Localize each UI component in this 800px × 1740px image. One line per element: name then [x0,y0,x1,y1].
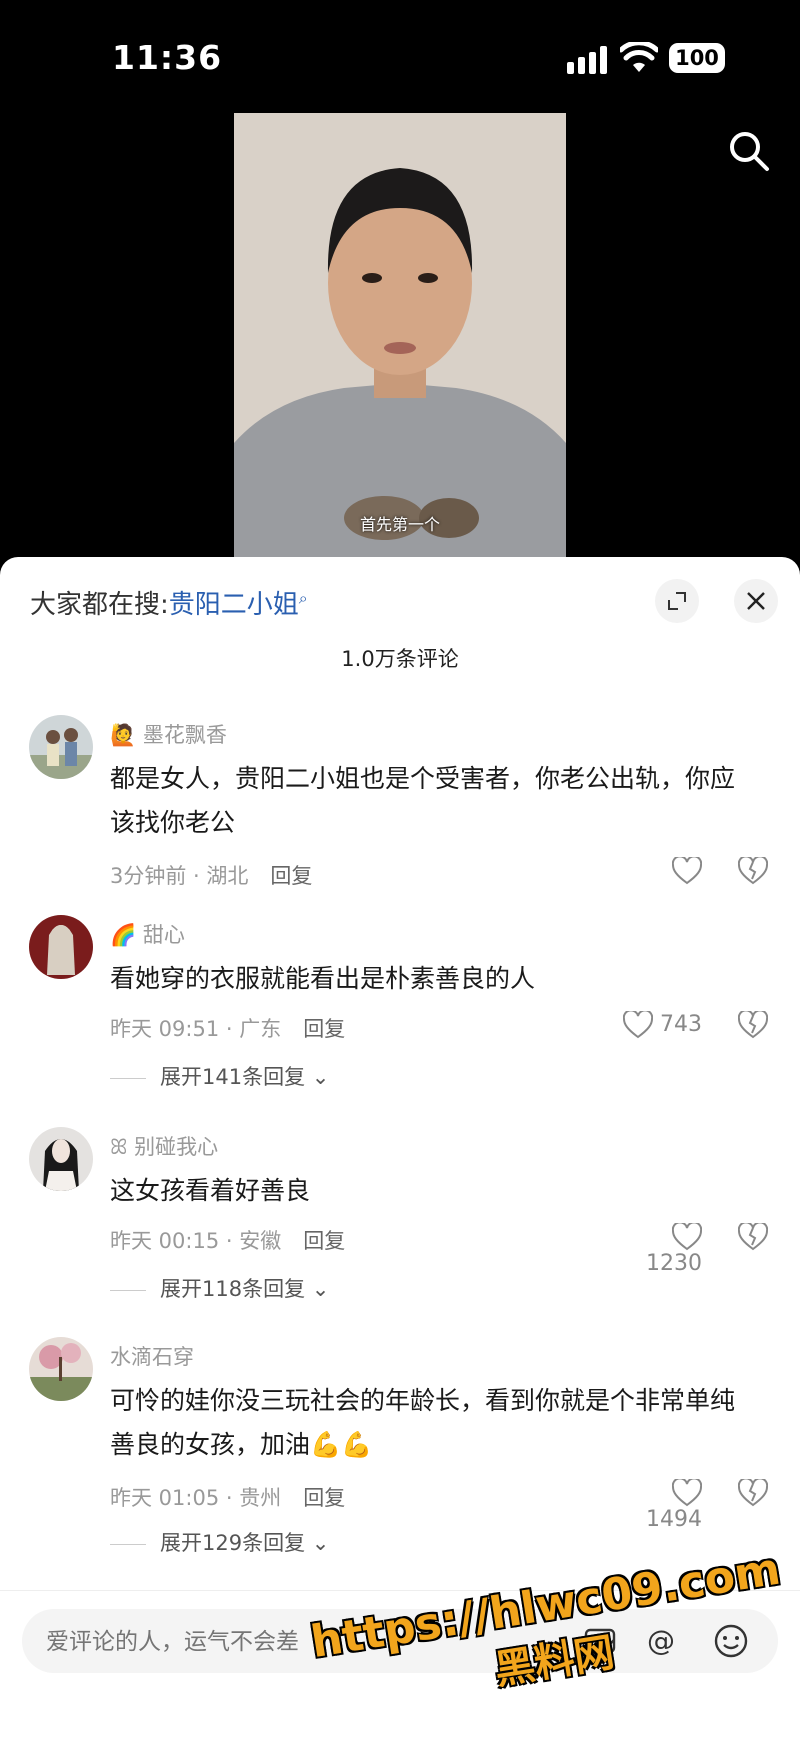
subtitle-text: 首先第一个 [359,515,440,534]
comment-time: 3分钟前 · 湖北 [110,864,249,888]
reply-button[interactable]: 回复 [303,1017,345,1041]
battery-indicator: 100 [669,43,725,73]
comment-text: 可怜的娃你没三玩社会的年龄长，看到你就是个非常单纯善良的女孩，加油💪💪 [110,1386,736,1459]
avatar[interactable] [29,1337,93,1401]
like-button[interactable]: 743 [610,1009,702,1039]
reply-button[interactable]: 回复 [270,864,312,888]
comment-time: 昨天 09:51 · 广东 [110,1017,282,1041]
user-emoji-icon: 🙋 [110,723,137,747]
expand-icon [668,592,686,610]
signal-icon [567,46,607,74]
rainbow-icon: 🌈 [110,923,137,947]
comment-text: 都是女人，贵阳二小姐也是个受害者，你老公出轨，你应该找你老公 [110,764,736,837]
close-icon [747,592,765,610]
avatar[interactable] [29,715,93,779]
reply-button[interactable]: 回复 [303,1486,345,1510]
search-small-icon: ⌕ [298,588,308,608]
comment-text: 这女孩看着好善良 [110,1176,311,1205]
broken-heart-icon[interactable] [738,1479,768,1507]
comment-meta: 3分钟前 · 湖北 回复 [110,860,312,890]
broken-heart-icon[interactable] [738,857,768,885]
divider [110,1543,146,1545]
chevron-down-icon: ⌄ [311,1277,330,1301]
search-icon[interactable] [728,130,770,172]
comment-time: 昨天 01:05 · 贵州 [110,1486,282,1510]
like-count: 743 [660,1012,702,1037]
expand-replies-button[interactable]: 展开141条回复 ⌄ [110,1061,329,1091]
avatar[interactable] [29,1127,93,1191]
comment-meta: 昨天 09:51 · 广东 回复 [110,1013,345,1043]
chevron-down-icon: ⌄ [311,1065,330,1089]
comment-text: 看她穿的衣服就能看出是朴素善良的人 [110,964,536,993]
like-button[interactable]: 1494 [610,1477,703,1532]
like-count: 1230 [646,1251,702,1276]
status-time: 11:36 [112,38,223,77]
trending-prefix: 大家都在搜: [30,590,169,620]
trending-link[interactable]: 贵阳二小姐 [169,590,299,620]
status-bar: 11:36 100 [0,0,800,110]
broken-heart-icon[interactable] [738,1223,768,1251]
expand-replies-button[interactable]: 展开129条回复 ⌄ [110,1527,329,1557]
comment-meta: 昨天 00:15 · 安徽 回复 [110,1225,345,1255]
broken-heart-icon[interactable] [738,1011,768,1039]
trending-search[interactable]: 大家都在搜:贵阳二小姐⌕ [30,584,308,621]
comment-meta: 昨天 01:05 · 贵州 回复 [110,1482,345,1512]
video-player[interactable]: 首先第一个 [234,113,566,558]
comment-username[interactable]: 水滴石穿 [110,1341,194,1371]
like-count: 1494 [646,1507,702,1532]
wifi-icon [620,42,658,72]
avatar[interactable] [29,915,93,979]
video-frame-image [234,113,566,558]
heart-icon [671,1221,703,1251]
heart-icon [671,855,703,885]
comment-count: 1.0万条评论 [341,647,459,671]
comment-username[interactable]: 🌈 甜心 [110,919,185,949]
like-button[interactable]: 1230 [610,1221,703,1276]
heart-icon [671,1477,703,1507]
expand-replies-button[interactable]: 展开118条回复 ⌄ [110,1273,329,1303]
comment-time: 昨天 00:15 · 安徽 [110,1229,282,1253]
decoration-icon: ꕤ [110,1135,128,1159]
fullscreen-button[interactable] [655,579,699,623]
comment-username[interactable]: 🙋 墨花飘香 [110,719,227,749]
comment-username[interactable]: ꕤ 别碰我心 [110,1131,218,1161]
divider [110,1289,146,1291]
chevron-down-icon: ⌄ [311,1531,330,1555]
divider [110,1077,146,1079]
heart-icon [622,1009,654,1039]
like-button[interactable] [610,855,703,885]
close-button[interactable] [734,579,778,623]
reply-button[interactable]: 回复 [303,1229,345,1253]
